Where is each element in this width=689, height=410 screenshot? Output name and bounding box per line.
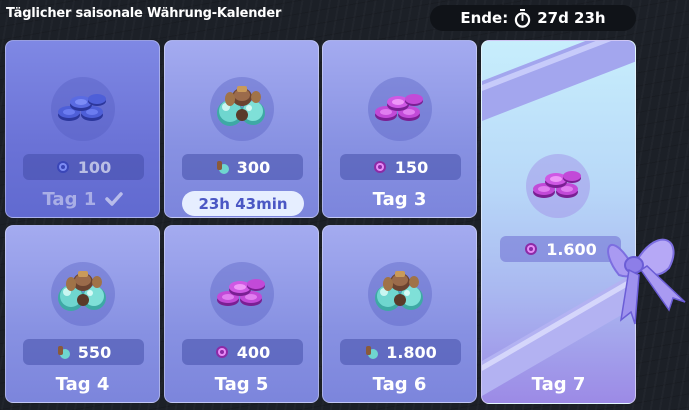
day-label: Tag 3 bbox=[372, 189, 427, 210]
teal-orb-icon bbox=[57, 346, 70, 359]
teal-orb-icon bbox=[216, 161, 229, 174]
day-card-1[interactable]: 100 Tag 1 bbox=[5, 40, 160, 218]
currency-icon-teal-orbs bbox=[210, 77, 274, 141]
currency-icon-blue-coins bbox=[51, 77, 115, 141]
event-timer: Ende: 27d 23h bbox=[430, 5, 636, 31]
currency-icon-purple-coins bbox=[526, 154, 590, 218]
gift-bow bbox=[607, 238, 686, 325]
day-card-2[interactable]: 300 23h 43min bbox=[164, 40, 319, 218]
reward-amount-value: 300 bbox=[236, 157, 271, 177]
currency-icon-purple-coins bbox=[368, 77, 432, 141]
reward-amount: 150 bbox=[340, 154, 461, 180]
calendar-title: Täglicher saisonale Währung-Kalender bbox=[6, 6, 282, 21]
purple-coin-icon bbox=[525, 243, 538, 255]
day-card-6[interactable]: 1.800 Tag 6 bbox=[322, 225, 477, 403]
countdown-pill: 23h 43min bbox=[182, 191, 304, 216]
ends-value: 27d 23h bbox=[537, 9, 606, 27]
day-label-text: Tag 1 bbox=[42, 189, 97, 210]
reward-amount: 100 bbox=[23, 154, 144, 180]
currency-icon-teal-orbs bbox=[51, 262, 115, 326]
day-card-5[interactable]: 400 Tag 5 bbox=[164, 225, 319, 403]
currency-icon-teal-orbs bbox=[368, 262, 432, 326]
day-label: Tag 7 bbox=[531, 374, 586, 395]
reward-amount-value: 150 bbox=[394, 157, 429, 177]
day-label: Tag 4 bbox=[55, 374, 110, 395]
reward-amount: 400 bbox=[182, 339, 303, 365]
purple-coin-icon bbox=[215, 346, 228, 358]
check-icon bbox=[104, 192, 123, 206]
purple-coin-icon bbox=[373, 161, 386, 173]
ends-label: Ende: bbox=[460, 9, 509, 27]
currency-icon-purple-coins bbox=[210, 262, 274, 326]
reward-amount-value: 1.600 bbox=[546, 239, 597, 259]
reward-amount-value: 550 bbox=[77, 342, 112, 362]
reward-amount: 300 bbox=[182, 154, 303, 180]
day-label: Tag 5 bbox=[214, 374, 269, 395]
reward-amount-value: 1.800 bbox=[386, 342, 437, 362]
reward-amount-value: 400 bbox=[236, 342, 271, 362]
teal-orb-icon bbox=[366, 346, 379, 359]
day-label: Tag 1 bbox=[6, 189, 159, 210]
blue-coin-icon bbox=[56, 161, 69, 173]
reward-amount: 1.800 bbox=[340, 339, 461, 365]
day-card-4[interactable]: 550 Tag 4 bbox=[5, 225, 160, 403]
stopwatch-icon bbox=[515, 8, 531, 28]
reward-amount-value: 100 bbox=[77, 157, 112, 177]
reward-amount: 550 bbox=[23, 339, 144, 365]
day-label: Tag 6 bbox=[372, 374, 427, 395]
day-card-3[interactable]: 150 Tag 3 bbox=[322, 40, 477, 218]
